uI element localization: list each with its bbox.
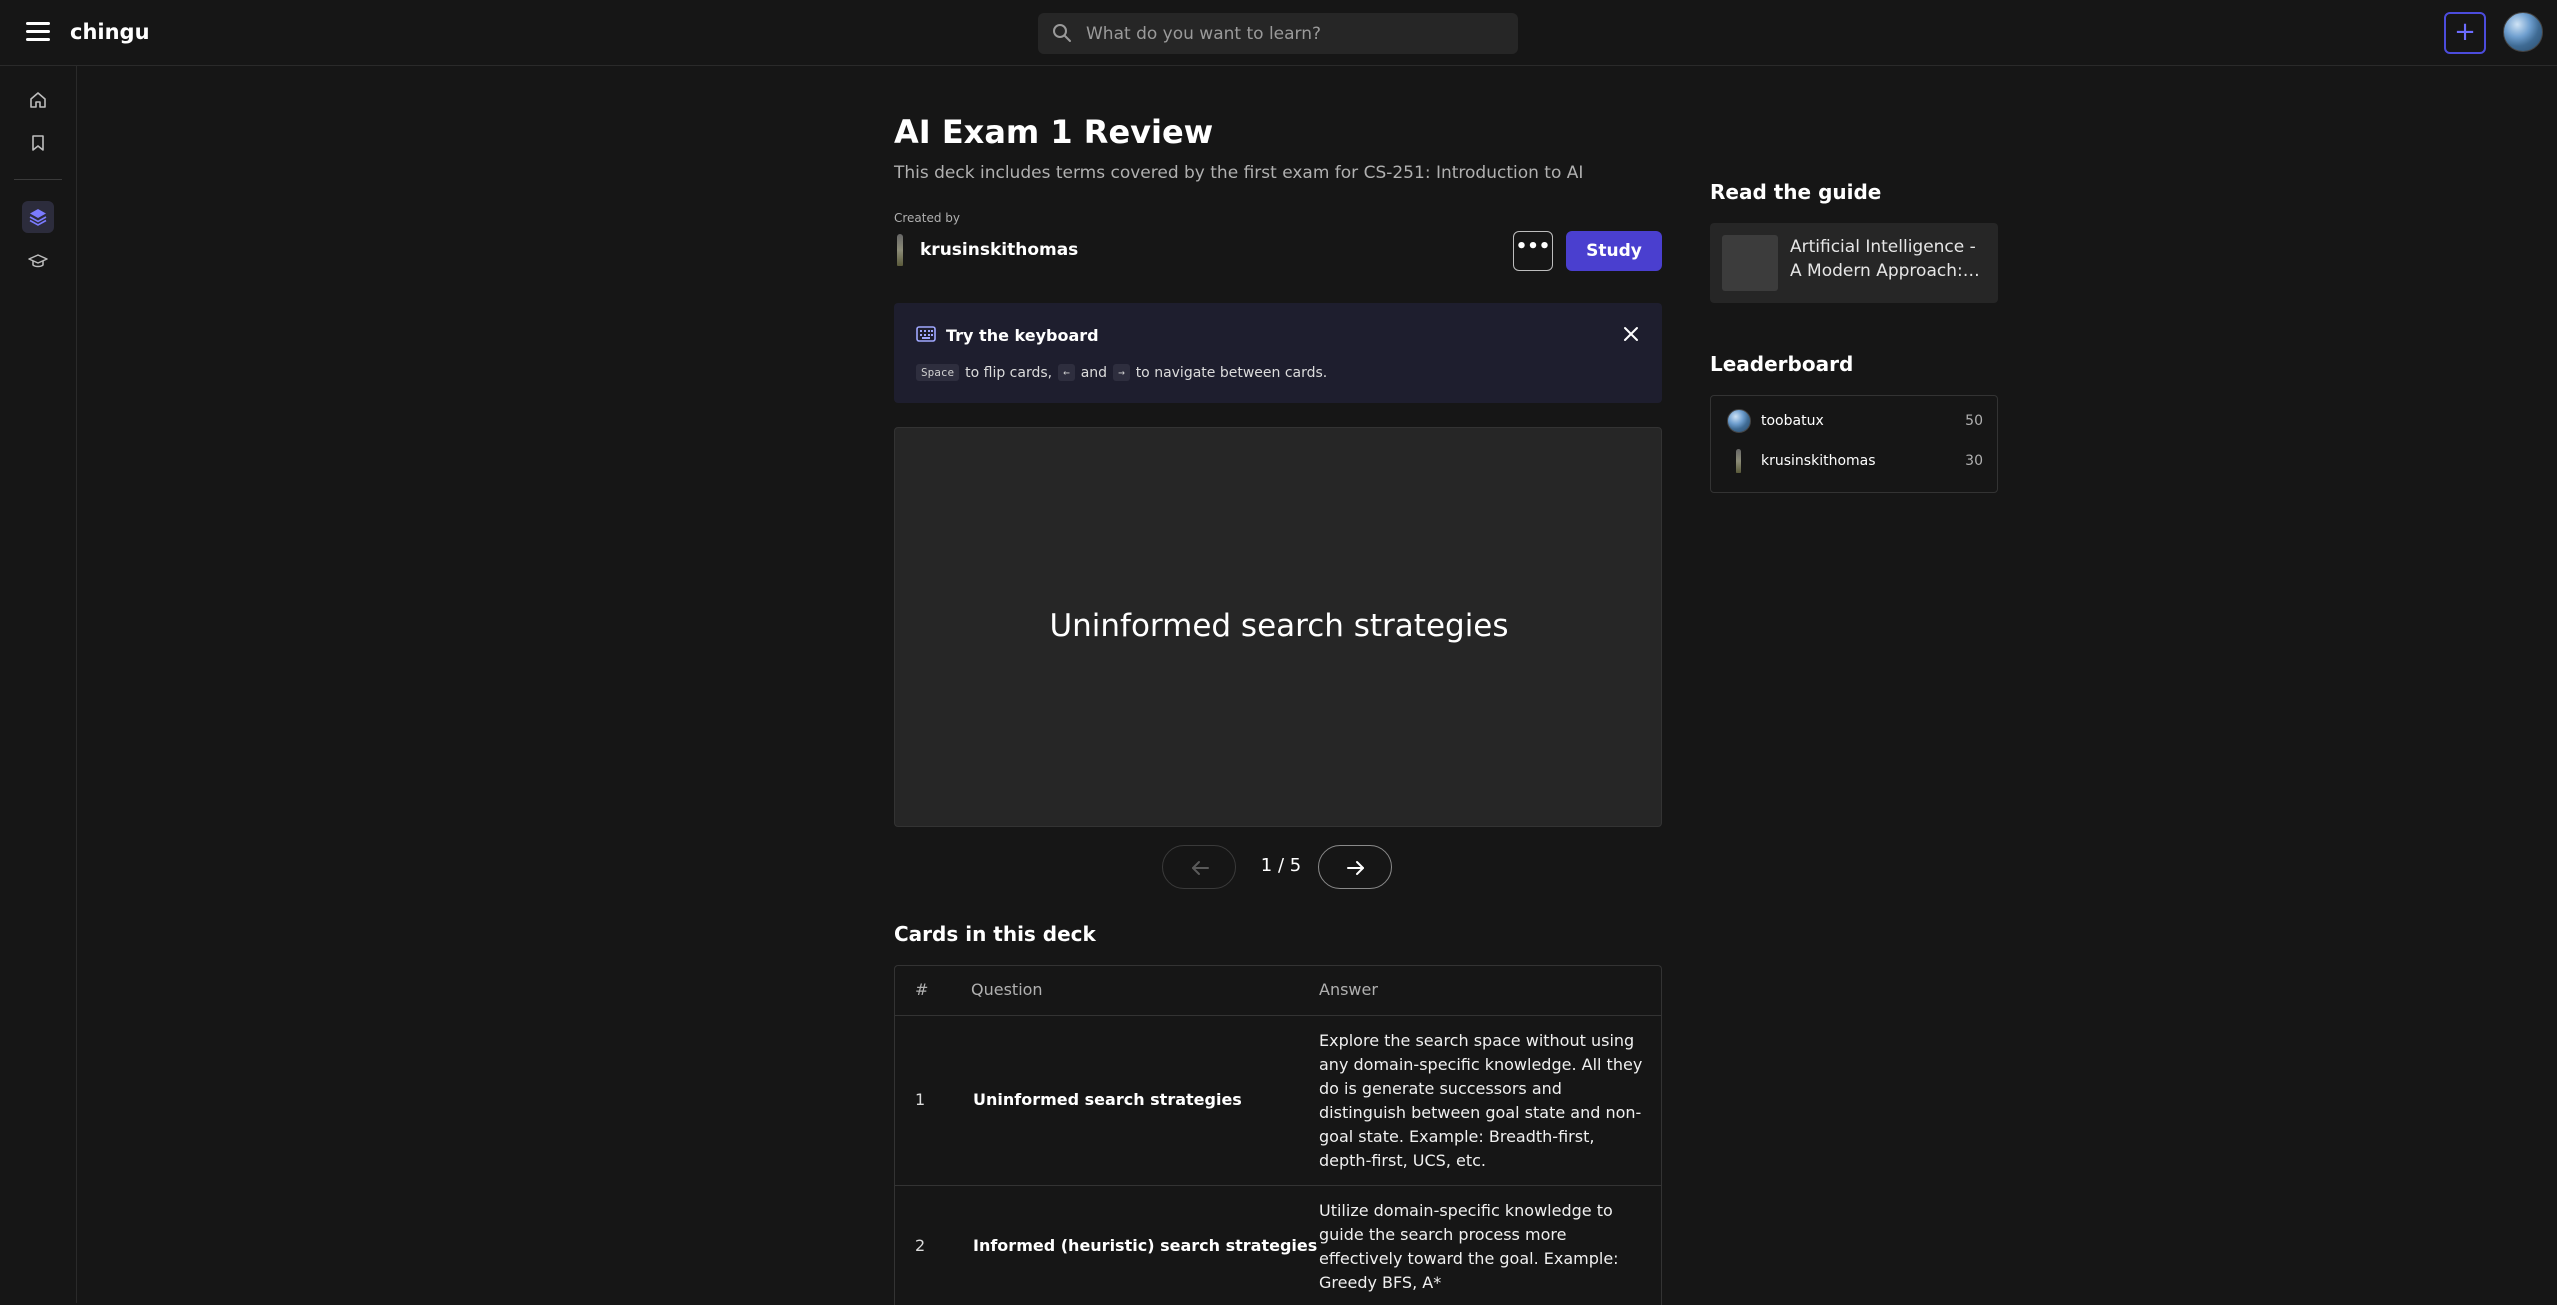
search-icon [1053, 24, 1071, 42]
row-question: Informed (heuristic) search strategies [973, 1236, 1318, 1255]
row-number: 1 [915, 1090, 926, 1109]
left-arrow-key: ← [1058, 364, 1075, 381]
leaderboard-score: 30 [1965, 453, 1983, 469]
creator-avatar [894, 234, 906, 266]
table-row: 1 Uninformed search strategies Explore t… [895, 1016, 1661, 1186]
more-options-button[interactable]: ••• [1513, 231, 1553, 271]
guide-title: Artificial Intelligence - A Modern Appro… [1790, 237, 1976, 281]
brand-logo[interactable]: chingu [70, 20, 150, 44]
cards-section-heading: Cards in this deck [894, 922, 1096, 946]
leaderboard: toobatux 50 krusinskithomas 30 [1710, 395, 1998, 493]
tip-text-flip: to flip cards, [965, 364, 1053, 381]
keyboard-tip-text: Space to flip cards, ← and → to navigate… [916, 364, 1327, 381]
leaderboard-name: toobatux [1761, 413, 1824, 429]
created-by-label: Created by [894, 211, 961, 225]
column-header-number: # [915, 980, 929, 999]
row-question: Uninformed search strategies [973, 1090, 1242, 1109]
keyboard-tip-banner: Try the keyboard Space to flip cards, ← … [894, 303, 1662, 403]
tip-text-navigate: to navigate between cards. [1135, 364, 1328, 381]
bookmark-icon[interactable] [22, 127, 54, 159]
space-key: Space [916, 364, 960, 381]
row-answer: Explore the search space without using a… [1319, 1031, 1643, 1170]
leaderboard-row[interactable]: krusinskithomas 30 [1727, 448, 1983, 474]
right-arrow-key: → [1113, 364, 1130, 381]
card-counter: 1 / 5 [1260, 855, 1302, 876]
graduation-cap-icon[interactable] [22, 245, 54, 277]
keyboard-icon [916, 326, 936, 342]
leaderboard-heading: Leaderboard [1710, 352, 1854, 376]
previous-card-button[interactable] [1162, 845, 1236, 889]
home-icon[interactable] [22, 84, 54, 116]
row-number: 2 [915, 1236, 926, 1255]
search-input[interactable] [1086, 13, 1506, 54]
decks-layers-icon[interactable] [22, 201, 54, 233]
table-header: # Question Answer [895, 966, 1661, 1016]
flashcard[interactable]: Uninformed search strategies [894, 427, 1662, 827]
keyboard-tip-title: Try the keyboard [946, 326, 1099, 345]
tip-text-and: and [1080, 364, 1108, 381]
arrow-right-icon [1347, 861, 1364, 875]
study-button[interactable]: Study [1566, 231, 1662, 271]
guide-card[interactable]: Artificial Intelligence - A Modern Appro… [1710, 223, 1998, 303]
arrow-left-icon [1192, 861, 1209, 875]
user-avatar [1727, 409, 1751, 433]
flashcard-front-text: Uninformed search strategies [1049, 608, 1509, 644]
leaderboard-row[interactable]: toobatux 50 [1727, 408, 1983, 434]
user-avatar [1727, 449, 1751, 473]
leaderboard-name: krusinskithomas [1761, 453, 1876, 469]
next-card-button[interactable] [1318, 845, 1392, 889]
guide-heading: Read the guide [1710, 180, 1882, 204]
column-header-answer: Answer [1319, 980, 1378, 999]
sidebar [0, 66, 77, 1303]
top-bar: chingu + [0, 0, 2557, 66]
row-answer: Utilize domain-specific knowledge to gui… [1319, 1201, 1619, 1292]
search-bar[interactable] [1038, 13, 1518, 54]
table-row: 2 Informed (heuristic) search strategies… [895, 1186, 1661, 1305]
sidebar-divider [14, 179, 62, 180]
deck-description: This deck includes terms covered by the … [894, 163, 1584, 183]
user-avatar[interactable] [2503, 12, 2543, 52]
guide-thumbnail [1722, 235, 1778, 291]
close-icon[interactable] [1620, 323, 1642, 345]
creator-name[interactable]: krusinskithomas [920, 240, 1078, 260]
creator-link[interactable]: krusinskithomas [894, 232, 1078, 268]
create-button[interactable]: + [2444, 12, 2486, 54]
page-title: AI Exam 1 Review [894, 113, 1214, 151]
cards-table: # Question Answer 1 Uninformed search st… [894, 965, 1662, 1305]
column-header-question: Question [971, 980, 1043, 999]
leaderboard-score: 50 [1965, 413, 1983, 429]
hamburger-menu-icon[interactable] [26, 22, 50, 44]
